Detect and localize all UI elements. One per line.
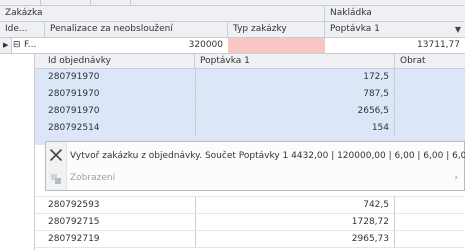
menu-item-zobrazeni[interactable]: Zobrazení › (46, 167, 464, 189)
column-header-id[interactable]: Ide... (0, 22, 45, 37)
detail-row-id: 280792514 (48, 123, 100, 133)
table-row[interactable]: 280791970 172,5 (35, 69, 465, 86)
table-row-main[interactable]: ▶ ⊟ F... 320000 13711,77 (0, 38, 465, 54)
detail-row-poptavka: 742,5 (195, 197, 395, 213)
row-indicator-cell[interactable]: ▶ (0, 38, 12, 53)
detail-header-id-objednavky[interactable]: Id objednávky (35, 54, 195, 68)
expand-toggle-icon[interactable]: ⊟ (13, 38, 23, 53)
table-row[interactable]: 280791970 2656,5 (35, 103, 465, 120)
table-row[interactable]: 280792514 154 (35, 120, 465, 137)
detail-row-poptavka: 172,5 (195, 69, 395, 85)
table-row[interactable]: 280792593 742,5 (35, 197, 465, 214)
context-menu: Vytvoř zakázku z objednávky. Součet Popt… (45, 141, 465, 191)
detail-row-id: 280791970 (48, 106, 100, 116)
detail-row-id: 280791970 (48, 89, 100, 99)
view-icon (50, 172, 62, 184)
table-row[interactable]: 280792715 1728,72 (35, 214, 465, 231)
main-row-penalty: 320000 (188, 40, 223, 50)
detail-row-poptavka: 2656,5 (195, 103, 395, 119)
main-row-type-cell[interactable] (228, 38, 325, 53)
band-header-nakladka[interactable]: Nakládka (325, 6, 465, 21)
column-header-penalizace[interactable]: Penalizace za neobsloužení (45, 22, 228, 37)
detail-row-id: 280792593 (48, 200, 100, 210)
detail-header-row: Id objednávky Poptávka 1 Obrat (35, 54, 465, 69)
split-icon (49, 148, 63, 162)
detail-row-poptavka: 1728,72 (195, 214, 395, 230)
detail-header-poptavka[interactable]: Poptávka 1 (195, 54, 395, 68)
detail-grid-margin (0, 54, 34, 250)
detail-row-id: 280792715 (48, 217, 100, 227)
column-header-typ-zakazky[interactable]: Typ zakázky (228, 22, 325, 37)
table-row[interactable]: 280792719 2965,73 (35, 231, 465, 248)
row-pointer-icon: ▶ (3, 41, 9, 49)
band-header-row: Zakázka Nakládka (0, 6, 465, 22)
detail-row-poptavka: 787,5 (195, 86, 395, 102)
dropdown-arrow-icon[interactable]: ▼ (455, 22, 461, 37)
column-header-poptavka-1[interactable]: Poptávka 1 ▼ (325, 22, 465, 37)
menu-item-vytvor-zakazku[interactable]: Vytvoř zakázku z objednávky. Součet Popt… (46, 145, 465, 167)
main-row-poptavka: 13711,77 (417, 40, 460, 50)
column-header-row: Ide... Penalizace za neobsloužení Typ za… (0, 22, 465, 38)
menu-item-label: Vytvoř zakázku z objednávky. Součet Popt… (70, 151, 465, 161)
chevron-right-icon: › (454, 173, 458, 183)
menu-item-label: Zobrazení (70, 173, 116, 183)
band-header-zakazka[interactable]: Zakázka (0, 6, 325, 21)
main-row-id: F... (24, 40, 37, 50)
detail-header-obrat[interactable]: Obrat (395, 54, 465, 68)
detail-row-id: 280792719 (48, 234, 100, 244)
detail-row-id: 280791970 (48, 72, 100, 82)
detail-row-poptavka: 154 (195, 120, 395, 136)
column-header-poptavka-label: Poptávka 1 (330, 24, 380, 34)
detail-row-poptavka: 2965,73 (195, 231, 395, 247)
table-row[interactable]: 280791970 787,5 (35, 86, 465, 103)
